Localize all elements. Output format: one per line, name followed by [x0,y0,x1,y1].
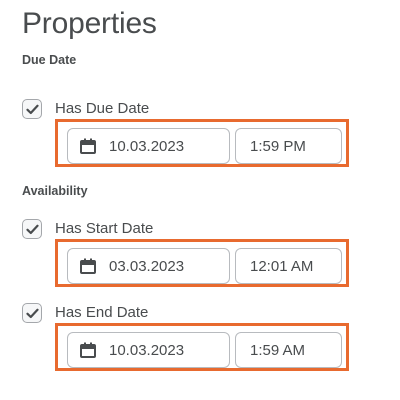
has-start-date-checkbox[interactable] [22,219,42,239]
end-date-highlight: 10.03.2023 1:59 AM [55,323,349,371]
end-time-value: 1:59 AM [250,341,306,359]
calendar-icon [80,138,96,154]
due-date-value: 10.03.2023 [109,137,185,155]
has-end-date-row[interactable]: Has End Date [22,301,148,325]
section-label-due-date: Due Date [22,53,77,67]
due-time-value: 1:59 PM [250,137,306,155]
has-due-date-row[interactable]: Has Due Date [22,97,149,121]
page-title: Properties [22,7,157,40]
has-start-date-label: Has Start Date [55,220,154,237]
has-due-date-checkbox[interactable] [22,99,42,119]
end-time-input[interactable]: 1:59 AM [235,332,342,368]
end-date-value: 10.03.2023 [109,341,185,359]
checkmark-icon [25,224,39,234]
has-end-date-checkbox[interactable] [22,303,42,323]
checkmark-icon [25,308,39,318]
end-date-input[interactable]: 10.03.2023 [67,332,230,368]
due-time-input[interactable]: 1:59 PM [235,128,342,164]
start-date-input[interactable]: 03.03.2023 [67,248,230,284]
has-end-date-label: Has End Date [55,304,149,321]
has-start-date-row[interactable]: Has Start Date [22,217,153,241]
has-due-date-label: Has Due Date [55,100,150,117]
calendar-icon [80,342,96,358]
checkmark-icon [25,104,39,114]
start-time-value: 12:01 AM [250,257,314,275]
start-date-value: 03.03.2023 [109,257,185,275]
section-label-availability: Availability [22,184,88,198]
start-date-highlight: 03.03.2023 12:01 AM [55,239,349,287]
calendar-icon [80,258,96,274]
due-date-highlight: 10.03.2023 1:59 PM [55,119,349,167]
start-time-input[interactable]: 12:01 AM [235,248,342,284]
due-date-input[interactable]: 10.03.2023 [67,128,230,164]
properties-panel: Properties Due Date Has Due Date 10.03.2… [0,0,400,400]
